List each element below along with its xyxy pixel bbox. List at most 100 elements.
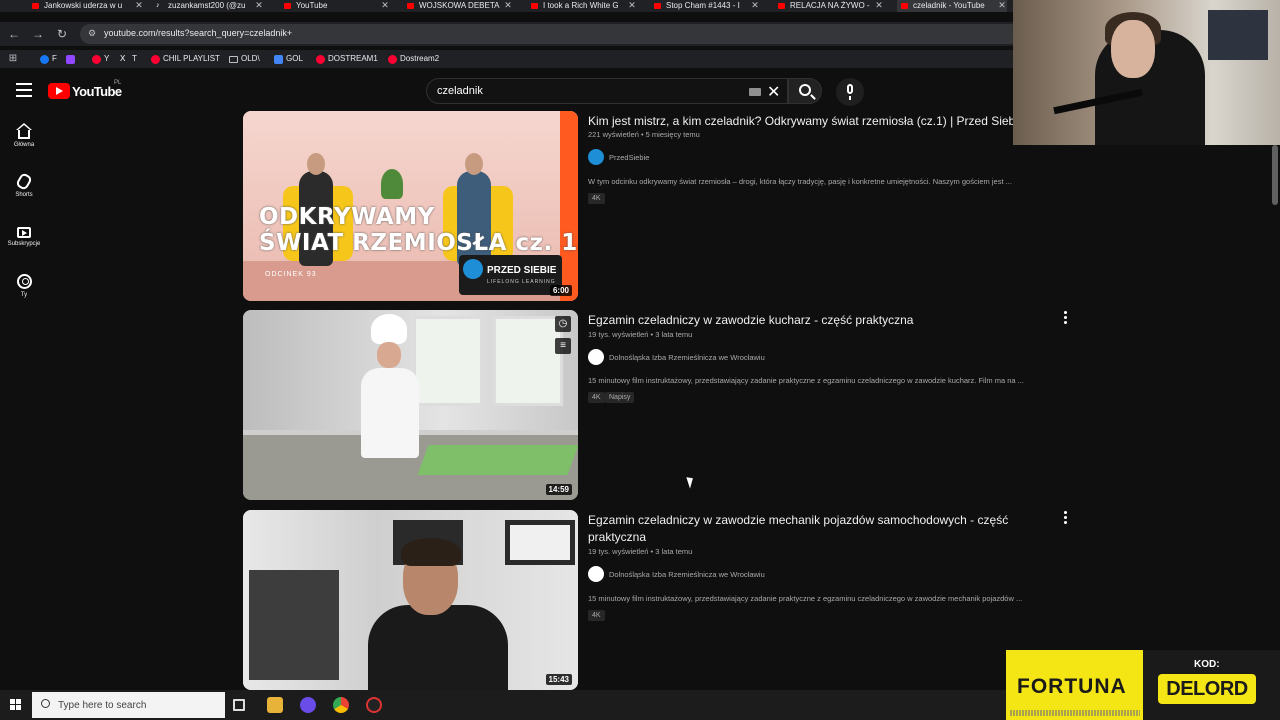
youtube-icon (151, 55, 160, 64)
obs-icon[interactable] (366, 697, 382, 713)
tab-title: WOJSKOWA DEBETA (419, 1, 500, 10)
channel-avatar[interactable] (588, 349, 604, 365)
address-bar[interactable]: ⚙ youtube.com/results?search_query=czela… (80, 24, 1020, 44)
guide-item-home[interactable]: Główna (0, 123, 48, 148)
browser-tab[interactable]: Stop Cham #1443 - I ✕ (650, 0, 760, 12)
browser-tab[interactable]: YouTube ✕ (280, 0, 390, 12)
close-tab-icon[interactable]: ✕ (874, 0, 884, 11)
video-thumbnail[interactable]: 15:43 (243, 510, 578, 690)
youtube-icon (92, 55, 101, 64)
bookmark-item[interactable]: CHIL PLAYLIST (151, 53, 220, 65)
clear-search-icon[interactable]: ✕ (767, 82, 780, 102)
badge-4k: 4K (588, 392, 605, 403)
bookmark-label: T (132, 54, 137, 63)
bookmark-label: OLD\ (241, 54, 260, 63)
channel-name[interactable]: PrzedSiebie (609, 153, 649, 162)
apps-grid-icon[interactable]: ⊞ (4, 50, 22, 68)
guide-item-you[interactable]: Ty (0, 274, 48, 298)
badge-subtitles: Napisy (605, 392, 635, 403)
browser-tab[interactable]: WOJSKOWA DEBETA ✕ (403, 0, 513, 12)
taskbar-search-input[interactable]: Type here to search (32, 692, 225, 718)
guide-item-shorts[interactable]: Shorts (0, 172, 48, 198)
video-duration: 6:00 (549, 285, 572, 296)
video-description: W tym odcinku odkrywamy świat rzemiosła … (588, 177, 1012, 186)
keyboard-icon[interactable] (749, 88, 761, 96)
tab-title: zuzankamst200 (@zu (168, 1, 246, 10)
guide-label: Główna (13, 142, 35, 148)
search-button[interactable] (788, 78, 822, 104)
back-icon[interactable]: ← (5, 25, 23, 43)
video-title[interactable]: Egzamin czeladniczy w zawodzie kucharz -… (588, 312, 1018, 329)
watch-later-icon[interactable]: ◷ (555, 316, 571, 332)
video-duration: 15:43 (545, 674, 572, 685)
more-actions-icon[interactable] (1064, 311, 1068, 326)
search-input[interactable]: czeladnik ✕ (426, 78, 788, 104)
bookmark-item[interactable]: Y (92, 53, 109, 65)
youtube-logo-icon[interactable] (48, 83, 70, 99)
chrome-icon[interactable] (333, 697, 349, 713)
reload-icon[interactable]: ↻ (53, 25, 71, 43)
bookmark-item[interactable]: DOSTREAM1 (316, 53, 378, 65)
video-result[interactable]: ◷ ≡ 14:59 Egzamin czeladniczy w zawodzie… (243, 310, 1073, 500)
channel-avatar[interactable] (588, 566, 604, 582)
scrollbar-thumb[interactable] (1272, 145, 1278, 205)
close-tab-icon[interactable]: ✕ (750, 0, 760, 11)
browser-tab[interactable]: RELACJA NA ŻYWO - ✕ (774, 0, 884, 12)
bookmark-item[interactable]: GOL (274, 53, 303, 65)
channel-name[interactable]: Dolnośląska Izba Rzemieślnicza we Wrocła… (609, 570, 765, 579)
video-thumbnail[interactable]: ◷ ≡ 14:59 (243, 310, 578, 500)
video-thumbnail[interactable]: ODKRYWAMY ŚWIAT RZEMIOSŁA cz. 1 ODCINEK … (243, 111, 578, 301)
youtube-icon (654, 3, 661, 9)
close-tab-icon[interactable]: ✕ (627, 0, 637, 11)
browser-tab[interactable]: I took a Rich White G ✕ (527, 0, 637, 12)
taskbar-search-placeholder: Type here to search (58, 700, 147, 711)
add-to-queue-icon[interactable]: ≡ (555, 338, 571, 354)
youtube-icon (388, 55, 397, 64)
brand-logo-icon (463, 259, 483, 279)
close-tab-icon[interactable]: ✕ (380, 0, 390, 11)
guide-item-subscriptions[interactable]: Subskrypcje (0, 224, 48, 247)
video-duration: 14:59 (545, 484, 572, 495)
forward-icon[interactable]: → (29, 25, 47, 43)
tab-title: RELACJA NA ŻYWO - (790, 1, 870, 10)
video-meta: 19 tys. wyświetleń • 3 lata temu (588, 547, 693, 556)
bookmark-item[interactable]: Dostream2 (388, 53, 439, 65)
video-title[interactable]: Egzamin czeladniczy w zawodzie mechanik … (588, 512, 1013, 546)
video-description: 15 minutowy film instruktażowy, przedsta… (588, 376, 1024, 385)
bookmark-item[interactable]: F (40, 53, 57, 65)
thumbnail-headline: ODKRYWAMY ŚWIAT RZEMIOSŁA cz. 1 (259, 204, 578, 256)
close-tab-icon[interactable]: ✕ (997, 0, 1007, 11)
webcam-overlay (1013, 0, 1280, 145)
channel-avatar[interactable] (588, 149, 604, 165)
close-tab-icon[interactable]: ✕ (503, 0, 513, 11)
tab-title: Jankowski uderza w u (44, 1, 123, 10)
youtube-logo-text[interactable]: YouTube (72, 84, 122, 99)
bookmark-folder[interactable]: OLD\ (229, 53, 260, 65)
browser-tab[interactable]: ♪ zuzankamst200 (@zu ✕ (152, 0, 264, 12)
channel-name[interactable]: Dolnośląska Izba Rzemieślnicza we Wrocła… (609, 353, 765, 362)
close-tab-icon[interactable]: ✕ (254, 0, 264, 11)
messenger-icon[interactable] (300, 697, 316, 713)
bookmark-item[interactable]: XT (120, 53, 137, 65)
microphone-icon (847, 84, 853, 94)
more-actions-icon[interactable] (1064, 511, 1068, 526)
close-tab-icon[interactable]: ✕ (134, 0, 144, 11)
search-query[interactable]: czeladnik (437, 85, 483, 97)
youtube-icon (32, 3, 39, 9)
site-info-icon[interactable]: ⚙ (88, 28, 100, 40)
task-view-icon[interactable] (233, 699, 245, 711)
tiktok-icon: ♪ (156, 2, 160, 9)
menu-icon[interactable] (16, 83, 32, 97)
url-text[interactable]: youtube.com/results?search_query=czeladn… (104, 28, 292, 38)
video-title[interactable]: Kim jest mistrz, a kim czeladnik? Odkryw… (588, 113, 1025, 130)
bookmark-label: F (52, 54, 57, 63)
browser-tab[interactable]: Jankowski uderza w u ✕ (28, 0, 144, 12)
file-explorer-icon[interactable] (267, 697, 283, 713)
browser-tab-active[interactable]: czeladnik - YouTube ✕ (897, 0, 1007, 12)
video-result[interactable]: ODKRYWAMY ŚWIAT RZEMIOSŁA cz. 1 ODCINEK … (243, 111, 1073, 301)
fine-print (1010, 710, 1140, 716)
voice-search-button[interactable] (836, 78, 864, 106)
video-result[interactable]: 15:43 Egzamin czeladniczy w zawodzie mec… (243, 510, 1073, 700)
tab-title: Stop Cham #1443 - I (666, 1, 740, 10)
windows-start-icon[interactable] (10, 699, 22, 711)
